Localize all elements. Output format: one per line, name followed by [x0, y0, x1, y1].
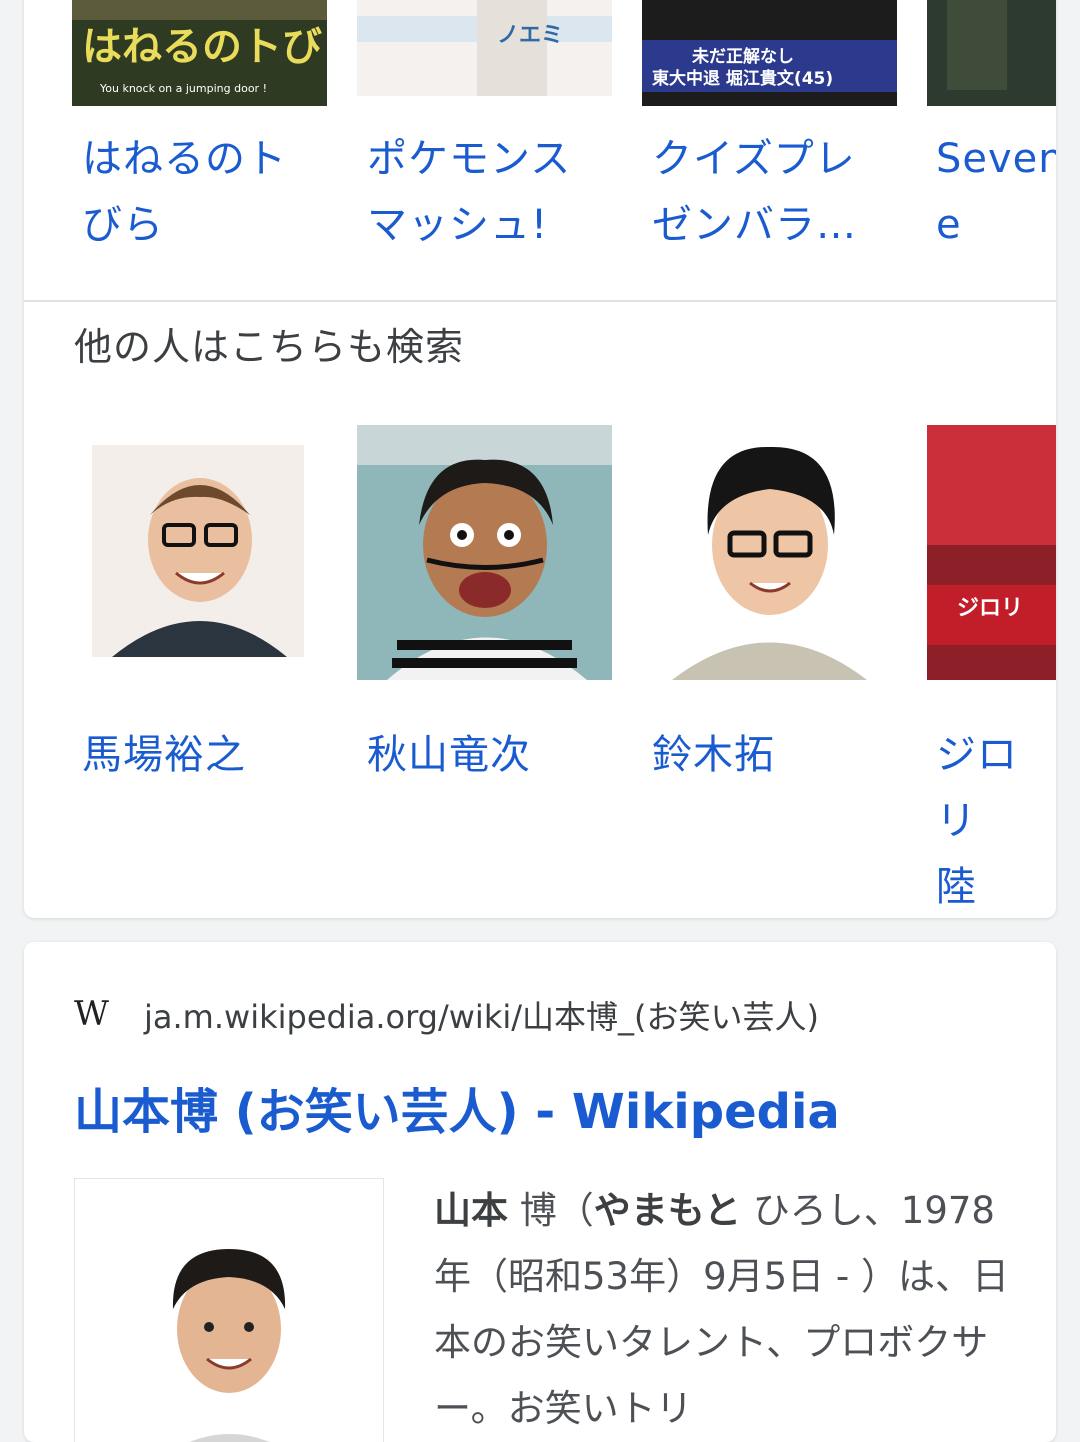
section-divider	[24, 300, 1056, 302]
baba-photo	[72, 425, 327, 680]
thumb-text: ノエミ	[497, 23, 563, 48]
result-title-link[interactable]: 山本博 (お笑い芸人) - Wikipedia	[74, 1072, 840, 1142]
jirori-photo: ジロリ	[927, 425, 1056, 680]
carousel-label-hanerunotobira[interactable]: はねるのト びら	[82, 126, 287, 258]
person-label-suzuki[interactable]: 鈴木拓	[652, 722, 775, 788]
person-thumb-jirori[interactable]: ジロリ	[927, 425, 1056, 680]
thumb-caption: You knock on a jumping door !	[99, 82, 267, 95]
thumb-text: 未だ正解なし	[691, 46, 794, 67]
person-label-akiyama[interactable]: 秋山竜次	[367, 722, 531, 788]
person-label-baba[interactable]: 馬場裕之	[82, 722, 246, 788]
suzuki-photo	[642, 425, 897, 680]
carousel-label-quiz-presen[interactable]: クイズプレ ゼンバラ…	[652, 126, 857, 258]
people-also-search-heading: 他の人はこちらも検索	[74, 325, 465, 369]
carousel-thumb-quiz-presen[interactable]: 未だ正解なし 東大中退 堀江貴文(45)	[642, 0, 897, 106]
pokemon-smash-thumb-image: ノエミ	[357, 0, 612, 96]
seventeen-thumb-image	[927, 0, 1056, 106]
result-url[interactable]: ja.m.wikipedia.org/wiki/山本博_(お笑い芸人)	[144, 992, 819, 1038]
snippet-text: 博（	[508, 1189, 594, 1232]
thumb-text: はねるのトびら IV	[82, 24, 327, 70]
akiyama-photo	[357, 425, 612, 680]
person-thumb-akiyama[interactable]	[357, 425, 612, 680]
carousel-label-pokemon-smash[interactable]: ポケモンス マッシュ!	[367, 126, 571, 258]
thumb-text: ジロリ	[957, 596, 1023, 621]
snippet-bold-name: 山本	[434, 1189, 508, 1232]
search-result-card: W ja.m.wikipedia.org/wiki/山本博_(お笑い芸人) 山本…	[24, 942, 1056, 1442]
thumb-text-2: 東大中退 堀江貴文(45)	[652, 68, 833, 89]
person-thumb-baba[interactable]	[72, 425, 327, 680]
person-thumb-suzuki[interactable]	[642, 425, 897, 680]
hanerunotobira-thumb-image: はねるのトびら IV You knock on a jumping door !	[72, 0, 327, 106]
related-card: はねるのトびら IV You knock on a jumping door !…	[24, 0, 1056, 918]
quiz-presen-thumb-image: 未だ正解なし 東大中退 堀江貴文(45)	[642, 0, 897, 106]
result-thumbnail[interactable]	[74, 1178, 384, 1442]
carousel-thumb-seventeen[interactable]	[927, 0, 1056, 106]
yamamoto-photo	[75, 1179, 383, 1442]
wikipedia-icon: W	[74, 994, 109, 1034]
carousel-label-seventeen[interactable]: Sevent e	[936, 126, 1056, 258]
snippet-bold-reading: やまもと	[593, 1189, 742, 1232]
carousel-thumb-pokemon-smash[interactable]: ノエミ	[357, 0, 612, 96]
result-snippet: 山本 博（やまもと ひろし、1978年（昭和53年）9月5日 - ）は、日本のお…	[434, 1178, 1024, 1442]
carousel-thumb-hanerunotobira[interactable]: はねるのトびら IV You knock on a jumping door !	[72, 0, 327, 106]
person-label-jirori[interactable]: ジロリ 陸	[936, 722, 1056, 918]
